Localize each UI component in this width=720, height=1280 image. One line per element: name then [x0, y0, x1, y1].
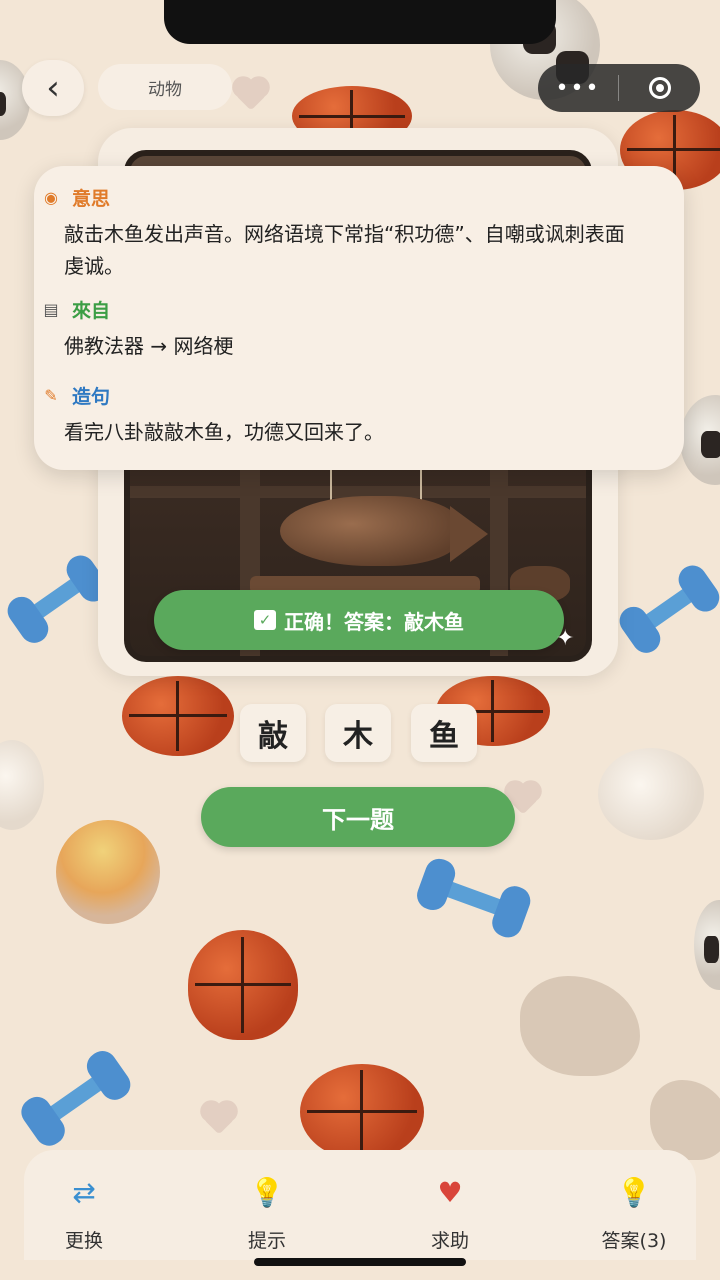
- swap-label: 更换: [64, 1230, 103, 1252]
- hint-label: 提示: [247, 1230, 286, 1252]
- info-icon: ◉: [44, 188, 58, 207]
- swap-button[interactable]: ⇄ 更换: [34, 1172, 134, 1253]
- help-button[interactable]: ♥ 求助: [400, 1172, 500, 1253]
- cupcake-deco: [56, 820, 160, 924]
- heart-deco: [235, 79, 267, 111]
- dumbbell-deco: [606, 549, 720, 672]
- scroll-icon: ▤: [43, 300, 59, 319]
- close-target-button[interactable]: [619, 77, 700, 99]
- bottom-toolbar: ⇄ 更换 💡 提示 ♥ 求助 💡 答案(3): [24, 1150, 696, 1260]
- mini-program-capsule: •••: [538, 64, 700, 112]
- answer-tile[interactable]: 鱼: [411, 704, 477, 762]
- chevron-left-icon: ‹: [46, 68, 60, 108]
- correct-answer-text: 正确！答案：敲木鱼: [284, 609, 464, 634]
- soccer-ball-deco: [694, 900, 720, 990]
- heart-deco: [203, 1103, 235, 1135]
- answer-button[interactable]: 💡 答案(3): [584, 1172, 684, 1253]
- help-label: 求助: [430, 1230, 469, 1252]
- back-button[interactable]: ‹: [22, 60, 84, 116]
- home-indicator: [254, 1258, 466, 1266]
- next-question-button[interactable]: 下一题: [201, 787, 515, 847]
- sparkle-icon: ✦: [556, 626, 575, 651]
- correct-answer-banner: ✓ 正确！答案：敲木鱼: [154, 590, 564, 650]
- baseball-deco: [0, 740, 44, 830]
- target-icon: [648, 77, 671, 99]
- football-deco: [188, 930, 298, 1040]
- hint-button[interactable]: 💡 提示: [217, 1172, 317, 1253]
- meaning-text: 敲击木鱼发出声音。网络语境下常指“积功德”、自嘲或讽刺表面虔诚。: [64, 222, 625, 278]
- answer-label: 答案(3): [601, 1230, 667, 1252]
- wooden-fish-illustration: [280, 496, 460, 566]
- more-dots-icon[interactable]: •••: [538, 76, 618, 101]
- swap-icon: ⇄: [72, 1175, 96, 1209]
- shell-deco: [650, 1080, 720, 1160]
- example-title: 造句: [72, 386, 111, 408]
- answer-tile[interactable]: 木: [325, 704, 391, 762]
- example-heading: ✎ 造句: [40, 382, 110, 409]
- meaning-title: 意思: [72, 188, 111, 210]
- meaning-heading: ◉ 意思: [40, 184, 110, 211]
- pencil-icon: ✎: [44, 386, 58, 405]
- origin-heading: ▤ 來自: [40, 296, 110, 323]
- category-label: 动物: [148, 79, 182, 100]
- lightbulb-icon: 💡: [249, 1175, 285, 1209]
- example-text: 看完八卦敲敲木鱼，功德又回来了。: [64, 420, 384, 444]
- basketball-deco: [300, 1064, 424, 1160]
- answer-bulb-icon: 💡: [616, 1175, 652, 1209]
- baseball-deco: [598, 748, 704, 840]
- help-hand-icon: ♥: [437, 1175, 463, 1209]
- basketball-deco: [122, 676, 234, 756]
- device-notch: [164, 0, 556, 44]
- check-icon: ✓: [254, 610, 276, 630]
- answer-tile[interactable]: 敲: [240, 704, 306, 762]
- origin-text: 佛教法器 → 网络梗: [64, 334, 234, 358]
- origin-title: 來自: [72, 300, 111, 322]
- shell-deco: [520, 976, 640, 1076]
- dumbbell-deco: [9, 1036, 145, 1165]
- soccer-ball-deco: [680, 395, 720, 485]
- dumbbell-deco: [408, 844, 539, 957]
- category-tag: 动物: [98, 64, 232, 110]
